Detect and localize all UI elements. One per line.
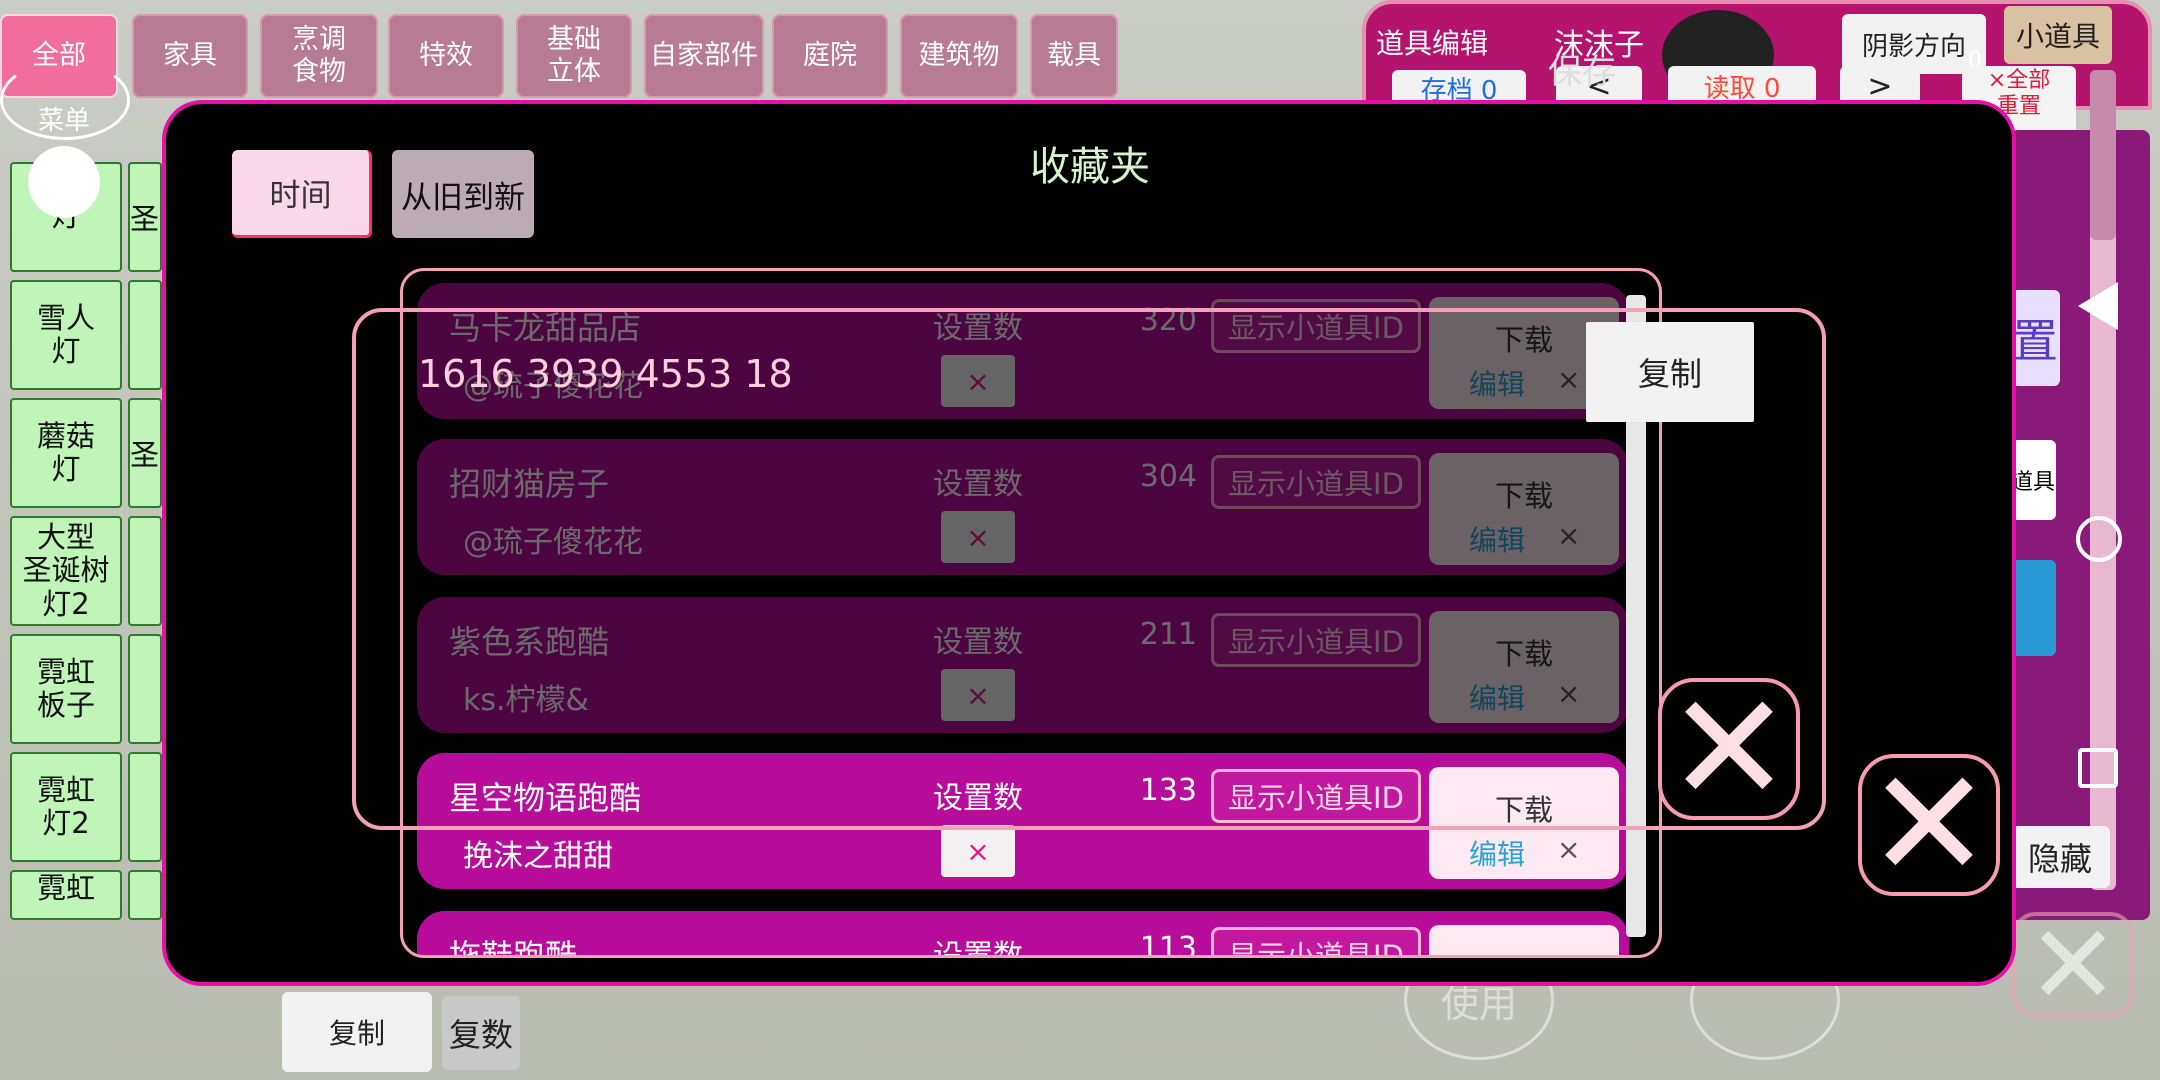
shadow-direction-button[interactable]: 阴影方向 — [1842, 14, 1986, 74]
remove-button[interactable]: × — [941, 825, 1015, 877]
row-author: 挽沫之甜甜 — [463, 839, 613, 874]
grid-item[interactable]: 雪人 灯 — [10, 280, 122, 390]
right-tool-2[interactable]: 道具 — [2010, 440, 2056, 520]
close-id-popup-button[interactable]: ✕ — [1658, 674, 1800, 824]
bottom-dup-button[interactable]: 复数 — [442, 996, 520, 1070]
category-tab[interactable]: 庭院 — [772, 14, 888, 98]
grid-item[interactable]: 蘑菇 灯 — [10, 398, 122, 508]
edit-button[interactable]: 编辑 — [1469, 833, 1525, 873]
grid-item[interactable] — [128, 516, 162, 626]
faded-close-button[interactable]: ✕ — [2012, 901, 2134, 1029]
set-count-value: 113 — [1139, 931, 1197, 958]
category-tab[interactable]: 烹调 食物 — [260, 14, 378, 98]
category-tab[interactable]: 自家部件 — [644, 14, 764, 98]
prop-edit-label[interactable]: 道具编辑 — [1376, 22, 1488, 62]
modal-title: 收藏夹 — [1030, 144, 1150, 190]
nav-back-icon[interactable] — [2078, 282, 2118, 330]
category-tab[interactable]: 载具 — [1030, 14, 1118, 98]
grid-item[interactable] — [128, 870, 162, 920]
menu-label: 菜单 — [38, 106, 91, 136]
grid-item[interactable] — [128, 634, 162, 744]
grid-item[interactable]: 圣 — [128, 398, 162, 508]
category-tab[interactable]: 家具 — [132, 14, 248, 98]
copy-id-button[interactable]: 复制 — [1586, 322, 1754, 422]
delete-icon[interactable]: × — [1557, 833, 1580, 866]
close-icon: ✕ — [1666, 662, 1792, 836]
grid-item[interactable] — [128, 752, 162, 862]
close-favorites-button[interactable]: ✕ — [1858, 750, 2000, 900]
right-scroll-thumb[interactable] — [2090, 70, 2116, 240]
download-panel[interactable] — [1429, 925, 1619, 955]
sort-order-button[interactable]: 从旧到新 — [392, 150, 534, 238]
grid-item[interactable] — [128, 280, 162, 390]
grid-item[interactable]: 大型 圣诞树 灯2 — [10, 516, 122, 626]
grid-item[interactable]: 霓虹 灯2 — [10, 752, 122, 862]
bottom-copy-button[interactable]: 复制 — [282, 992, 432, 1072]
grid-item[interactable]: 霓虹 板子 — [10, 634, 122, 744]
nav-home-icon[interactable] — [2076, 516, 2122, 562]
joystick-knob[interactable] — [28, 146, 100, 218]
category-tab[interactable]: 特效 — [388, 14, 504, 98]
sort-time-button[interactable]: 时间 — [232, 150, 372, 238]
hide-button[interactable]: 隐藏 — [2010, 826, 2110, 888]
item-id-text: 1616 3939 4553 18 — [418, 352, 793, 396]
right-tool-1[interactable]: 置 — [2010, 290, 2060, 386]
close-icon: ✕ — [1866, 738, 1992, 912]
right-tool-3[interactable] — [2010, 560, 2056, 656]
small-props-button[interactable]: 小道具 — [2004, 6, 2112, 64]
save-label[interactable]: 保存 — [1548, 44, 1616, 93]
category-tab[interactable]: 基础 立体 — [516, 14, 632, 98]
grid-item[interactable]: 霓虹 — [10, 870, 122, 920]
favorite-row[interactable]: 拖鞋跑酷 设置数 113 显示小道具ID — [417, 911, 1629, 958]
row-title: 拖鞋跑酷 — [449, 937, 578, 958]
item-grid: 灯雪人 灯蘑菇 灯大型 圣诞树 灯2霓虹 板子霓虹 灯2霓虹 — [10, 162, 124, 928]
show-id-button[interactable]: 显示小道具ID — [1211, 927, 1421, 955]
nav-recent-icon[interactable] — [2078, 748, 2118, 788]
grid-item[interactable]: 圣 — [128, 162, 162, 272]
category-tab[interactable]: 建筑物 — [900, 14, 1018, 98]
set-count-label: 设置数 — [933, 939, 1023, 958]
